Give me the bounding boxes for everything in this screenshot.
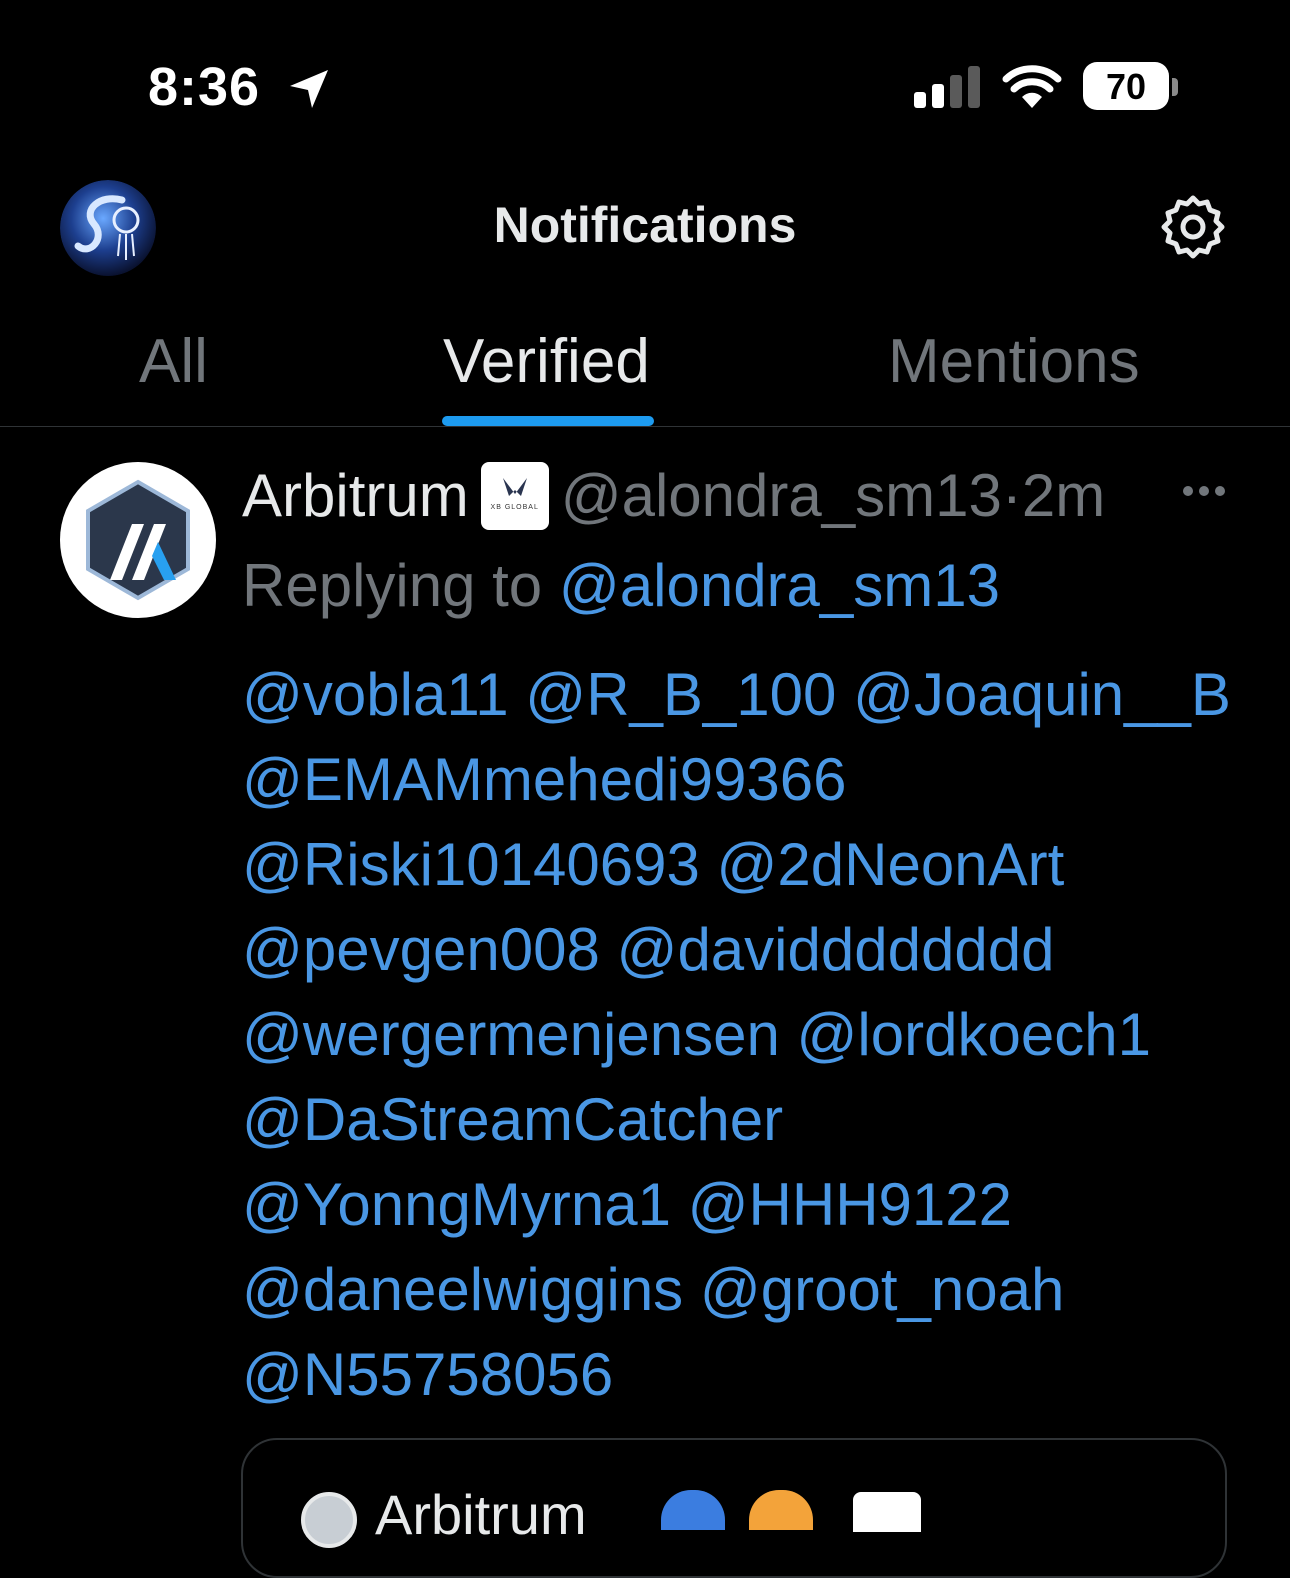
tab-verified[interactable]: Verified xyxy=(443,326,650,397)
author-handle: @alondra_sm13 xyxy=(560,462,1002,529)
wifi-icon xyxy=(1002,65,1062,108)
affiliate-badge-icon[interactable]: XB GLOBAL xyxy=(480,462,549,530)
mention-line[interactable]: @wergermenjensen @lordkoech1 xyxy=(242,992,1242,1077)
affiliate-logo-icon xyxy=(502,478,527,496)
replying-label: Replying to xyxy=(242,552,543,619)
app-header: Notifications xyxy=(0,150,1290,310)
more-options-icon[interactable] xyxy=(1182,484,1226,498)
mention-line[interactable]: @pevgen008 @davidddddddd xyxy=(242,907,1242,992)
mention-line[interactable]: @YonngMyrna1 @HHH9122 xyxy=(242,1162,1242,1247)
status-time: 8:36 xyxy=(148,57,261,117)
status-bar: 8:36 70 xyxy=(0,0,1290,150)
settings-gear-icon[interactable] xyxy=(1160,194,1226,260)
affiliate-badge-text: XB GLOBAL xyxy=(490,504,539,511)
mention-line[interactable]: @DaStreamCatcher xyxy=(242,1077,1242,1162)
separator-dot: · xyxy=(1001,462,1022,529)
tab-mentions[interactable]: Mentions xyxy=(888,326,1140,397)
tweet-header: Arbitrum XB GLOBAL @alondra_sm13·2m xyxy=(242,458,1105,534)
tweet-body: @vobla11 @R_B_100 @Joaquin__B @EMAMmehed… xyxy=(242,652,1242,1417)
page-title: Notifications xyxy=(493,197,797,253)
active-tab-indicator xyxy=(442,416,654,426)
mention-line[interactable]: @daneelwiggins @groot_noah xyxy=(242,1247,1242,1332)
author-avatar[interactable] xyxy=(60,462,216,618)
quoted-author-name: Arbitrum xyxy=(375,1483,587,1546)
mention-line[interactable]: @vobla11 @R_B_100 @Joaquin__B xyxy=(242,652,1242,737)
blue-heart-icon xyxy=(661,1490,725,1530)
battery-level: 70 xyxy=(1105,66,1147,107)
mention-line[interactable]: @N55758056 xyxy=(242,1332,1242,1417)
replying-to-line: Replying to @alondra_sm13 xyxy=(242,550,1000,622)
tab-all[interactable]: All xyxy=(139,326,208,397)
battery-nub xyxy=(1172,78,1178,96)
location-arrow-icon xyxy=(290,70,328,108)
quoted-affiliate-badge-icon xyxy=(853,1492,921,1532)
replying-to-handle[interactable]: @alondra_sm13 xyxy=(559,552,1000,619)
quoted-author-avatar xyxy=(301,1492,357,1548)
orange-heart-icon xyxy=(749,1490,813,1530)
mention-line[interactable]: @Riski10140693 @2dNeonArt xyxy=(242,822,1242,907)
author-name[interactable]: Arbitrum xyxy=(242,462,469,529)
mention-line[interactable]: @EMAMmehedi99366 xyxy=(242,737,1242,822)
cellular-signal-icon xyxy=(914,66,980,108)
quoted-tweet-card[interactable]: Arbitrum xyxy=(241,1438,1227,1578)
post-time: 2m xyxy=(1021,462,1106,529)
notification-tabs: All Verified Mentions xyxy=(0,310,1290,427)
